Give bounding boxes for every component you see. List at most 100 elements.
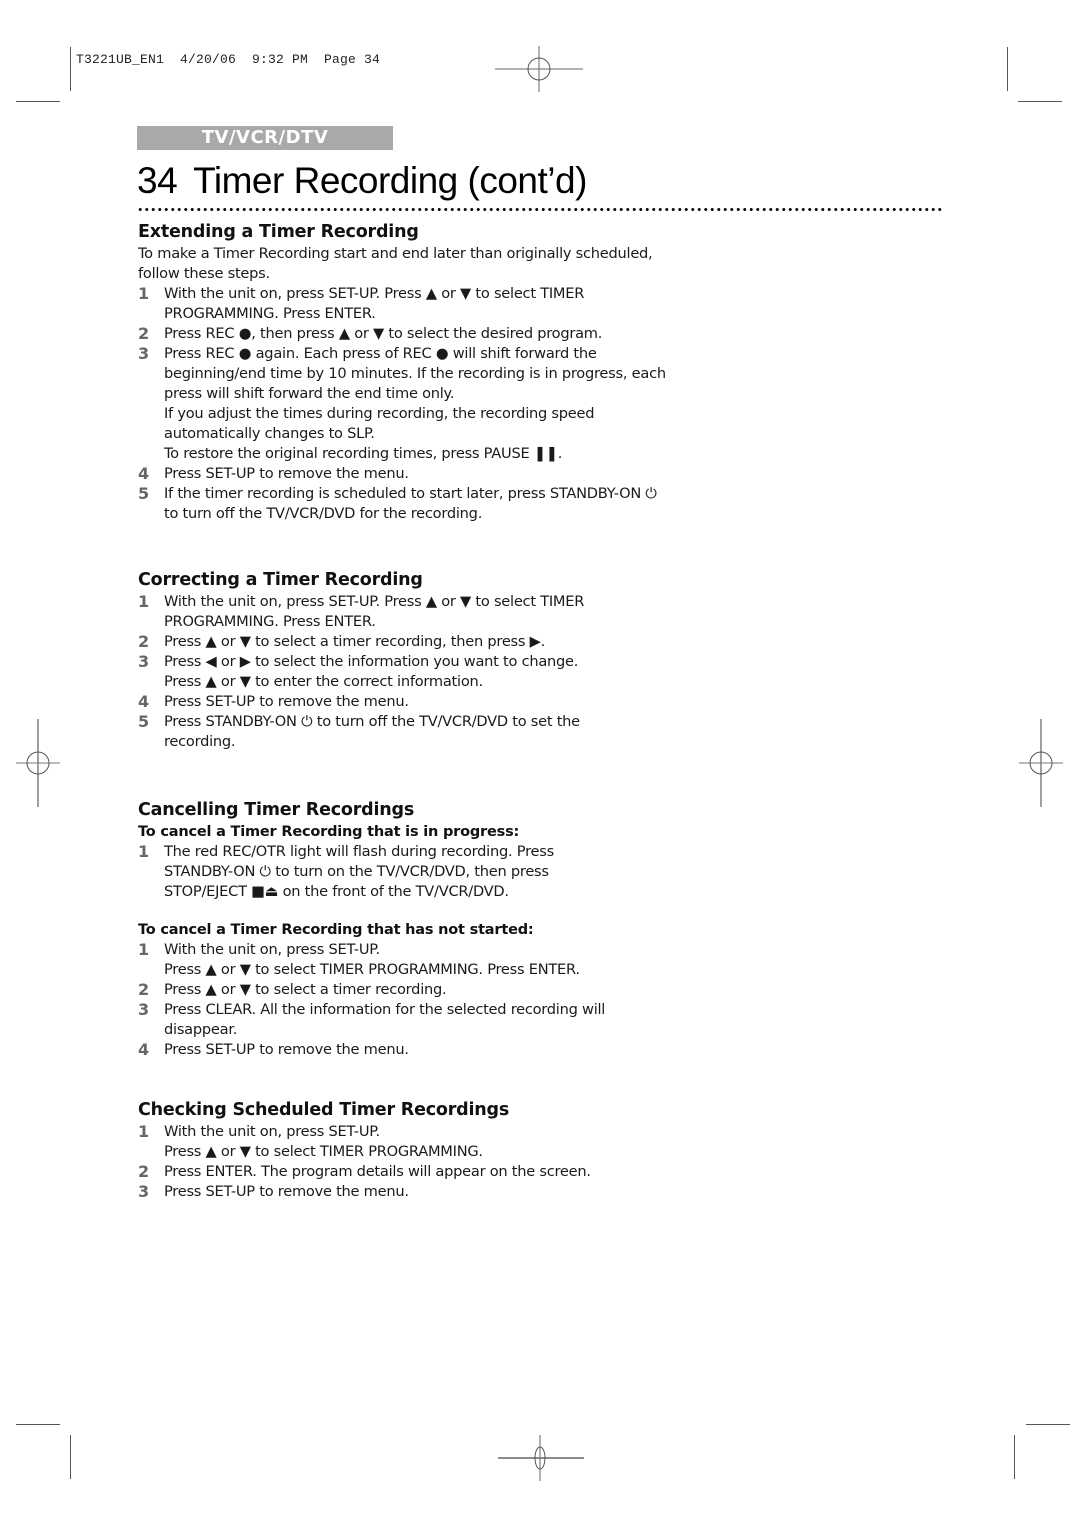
step-item: 5 Press STANDBY-ON ⏻ to turn off the TV/V… (138, 712, 718, 752)
step-text-line: To restore the original recording times,… (164, 445, 563, 462)
step-text-line: Press CLEAR. All the information for the… (164, 1001, 606, 1018)
step-text-line: With the unit on, press SET-UP. (164, 1123, 380, 1140)
step-number: 1 (138, 940, 149, 959)
step-text-line: Press ▲ or ▼ to select TIMER PROGRAMMING… (164, 1143, 483, 1160)
step-text-line: Press REC ●, then press ▲ or ▼ to select… (164, 325, 603, 342)
step-item: 1 With the unit on, press SET-UP. Press ▲ … (138, 940, 718, 980)
step-number: 1 (138, 592, 149, 611)
step-item: 2 Press ▲ or ▼ to select a timer recordin… (138, 632, 718, 652)
step-number: 4 (138, 464, 149, 483)
step-number: 3 (138, 1182, 149, 1201)
step-number: 2 (138, 1162, 149, 1181)
step-number: 1 (138, 1122, 149, 1141)
step-text-line: Press ▲ or ▼ to select a timer recording… (164, 981, 447, 998)
step-text-line: Press ▲ or ▼ to select TIMER PROGRAMMING… (164, 961, 580, 978)
crop-mark-top-left-vertical (70, 47, 71, 91)
step-item: 1 With the unit on, press SET-UP. Press ▲… (138, 592, 718, 632)
section-heading: Cancelling Timer Recordings (138, 800, 415, 820)
step-number: 1 (138, 842, 149, 861)
step-text-line: disappear. (164, 1021, 238, 1038)
steps-list: 1 The red REC/OTR light will flash during… (138, 842, 718, 902)
crop-mark-bottom-left-vertical (70, 1435, 71, 1479)
subheading-in-progress: To cancel a Timer Recording that is in p… (138, 824, 520, 840)
step-text-line: With the unit on, press SET-UP. Press ▲ … (164, 593, 585, 610)
section-extending: Extending a Timer Recording To make a Ti… (138, 220, 718, 524)
step-item: 3 Press SET-UP to remove the menu. (138, 1182, 718, 1202)
steps-list: 1 With the unit on, press SET-UP. Press ▲ … (138, 940, 718, 1060)
step-text-line: recording. (164, 733, 236, 750)
step-number: 1 (138, 284, 149, 303)
step-text-line: If the timer recording is scheduled to s… (164, 485, 657, 502)
step-number: 4 (138, 692, 149, 711)
page-title-text: Timer Recording (cont’d) (193, 160, 587, 201)
step-text-line: With the unit on, press SET-UP. Press ▲ … (164, 285, 585, 302)
crop-mark-top-right-vertical (1007, 47, 1008, 91)
step-item: 4 Press SET-UP to remove the menu. (138, 692, 718, 712)
registration-mark-bottom (498, 1435, 584, 1481)
section-correcting: Correcting a Timer Recording 1 With the u… (138, 568, 718, 752)
step-text-line: The red REC/OTR light will flash during … (164, 843, 554, 860)
step-item: 3 Press ◀ or ▶ to select the information … (138, 652, 718, 692)
step-item: 1 The red REC/OTR light will flash during… (138, 842, 718, 902)
step-number: 3 (138, 1000, 149, 1019)
step-text-line: to turn off the TV/VCR/DVD for the recor… (164, 505, 483, 522)
section-cancelling: Cancelling Timer Recordings To cancel a … (138, 798, 718, 1060)
step-text-line: automatically changes to SLP. (164, 425, 375, 442)
step-item: 1 With the unit on, press SET-UP. Press ▲ … (138, 1122, 718, 1162)
step-text-line: Press SET-UP to remove the menu. (164, 1041, 409, 1058)
step-number: 3 (138, 344, 149, 363)
page-number: 34 (137, 160, 178, 201)
step-number: 4 (138, 1040, 149, 1059)
section-heading: Extending a Timer Recording (138, 222, 419, 242)
step-text-line: Press SET-UP to remove the menu. (164, 693, 409, 710)
registration-mark-left (16, 719, 60, 807)
step-number: 2 (138, 632, 149, 651)
step-text-line: PROGRAMMING. Press ENTER. (164, 305, 376, 322)
print-slug: T3221UB_EN1 4/20/06 9:32 PM Page 34 (76, 52, 381, 67)
section-heading: Checking Scheduled Timer Recordings (138, 1100, 510, 1120)
step-text-line: press will shift forward the end time on… (164, 385, 455, 402)
step-number: 5 (138, 484, 149, 503)
step-text-line: Press ◀ or ▶ to select the information y… (164, 653, 579, 670)
crop-mark-top-right-horizontal (1018, 101, 1062, 102)
crop-mark-bottom-right-vertical (1014, 1435, 1015, 1479)
section-tab: TV/VCR/DTV (137, 126, 393, 150)
step-text-line: PROGRAMMING. Press ENTER. (164, 613, 376, 630)
step-text-line: Press STANDBY-ON ⏻ to turn off the TV/VC… (164, 713, 580, 730)
step-number: 5 (138, 712, 149, 731)
section-heading: Correcting a Timer Recording (138, 570, 423, 590)
steps-list: 1 With the unit on, press SET-UP. Press ▲ … (138, 1122, 718, 1202)
step-item: 4 Press SET-UP to remove the menu. (138, 464, 718, 484)
step-text-line: beginning/end time by 10 minutes. If the… (164, 365, 666, 382)
step-text-line: Press ▲ or ▼ to enter the correct inform… (164, 673, 483, 690)
crop-mark-bottom-left-horizontal (16, 1424, 60, 1425)
step-item: 2 Press ▲ or ▼ to select a timer recordin… (138, 980, 718, 1000)
subheading-not-started: To cancel a Timer Recording that has not… (138, 922, 534, 938)
intro-line: follow these steps. (138, 265, 270, 282)
steps-list: 1 With the unit on, press SET-UP. Press ▲… (138, 592, 718, 752)
step-number: 2 (138, 324, 149, 343)
registration-mark-right (1019, 719, 1063, 807)
step-text-line: STOP/EJECT ■⏏ on the front of the TV/VCR… (164, 883, 509, 900)
step-text-line: Press ▲ or ▼ to select a timer recording… (164, 633, 546, 650)
crop-mark-top-left-horizontal (16, 101, 60, 102)
step-item: 3 Press CLEAR. All the information for th… (138, 1000, 718, 1040)
step-item: 2 Press REC ●, then press ▲ or ▼ to selec… (138, 324, 718, 344)
step-item: 4 Press SET-UP to remove the menu. (138, 1040, 718, 1060)
step-text-line: Press REC ● again. Each press of REC ● w… (164, 345, 597, 362)
section-checking: Checking Scheduled Timer Recordings 1 Wit… (138, 1098, 718, 1202)
steps-list: 1 With the unit on, press SET-UP. Press ▲… (138, 284, 718, 524)
intro-line: To make a Timer Recording start and end … (138, 245, 653, 262)
content: Extending a Timer Recording To make a Ti… (138, 220, 718, 1202)
step-item: 5 If the timer recording is scheduled to … (138, 484, 718, 524)
step-number: 2 (138, 980, 149, 999)
step-text-line: Press ENTER. The program details will ap… (164, 1163, 591, 1180)
intro-paragraph: To make a Timer Recording start and end … (138, 244, 718, 284)
page-title: 34 Timer Recording (cont’d) (137, 158, 587, 204)
step-item: 2 Press ENTER. The program details will a… (138, 1162, 718, 1182)
dotted-rule (137, 207, 943, 212)
crop-mark-bottom-right-horizontal (1026, 1424, 1070, 1425)
step-item: 3 Press REC ● again. Each press of REC ● … (138, 344, 718, 464)
step-number: 3 (138, 652, 149, 671)
step-text-line: Press SET-UP to remove the menu. (164, 465, 409, 482)
